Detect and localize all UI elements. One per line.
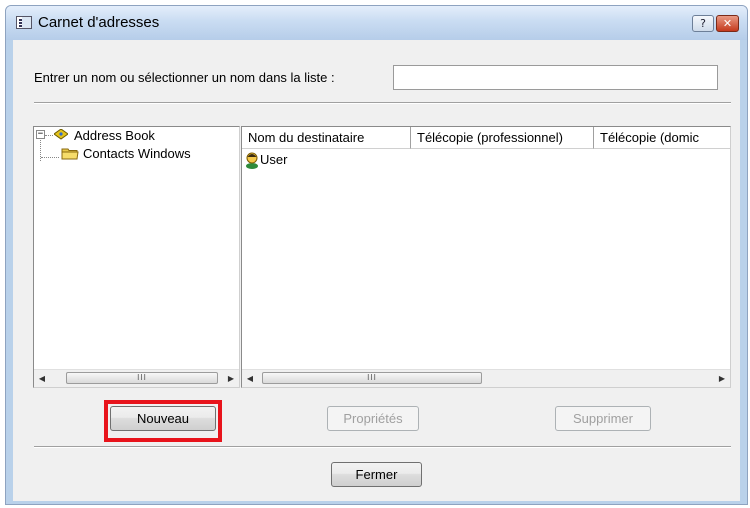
contact-name: User	[260, 152, 288, 167]
close-window-button[interactable]: ✕	[716, 15, 739, 32]
address-book-window: Carnet d'adresses ? ✕ Entrer un nom ou s…	[5, 5, 748, 505]
scroll-left-arrow-icon[interactable]: ◀	[242, 370, 258, 387]
contact-icon	[246, 152, 258, 169]
column-header-recipient-name[interactable]: Nom du destinataire	[242, 127, 411, 149]
address-book-icon	[54, 129, 68, 140]
properties-button[interactable]: Propriétés	[327, 406, 419, 431]
name-search-input[interactable]	[393, 65, 718, 90]
scrollbar-thumb[interactable]: III	[66, 372, 218, 384]
scroll-left-arrow-icon[interactable]: ◀	[34, 370, 50, 387]
tree-horizontal-scrollbar[interactable]: ◀ III ▶	[34, 369, 239, 387]
bottom-separator	[34, 446, 731, 448]
close-dialog-button[interactable]: Fermer	[331, 462, 422, 487]
tree-connector	[45, 135, 53, 136]
column-header-home-fax[interactable]: Télécopie (domic	[594, 127, 730, 149]
tree-item-address-book[interactable]: Address Book	[74, 128, 155, 143]
folder-icon	[61, 148, 79, 160]
tree-item-contacts-windows[interactable]: Contacts Windows	[83, 146, 191, 161]
delete-button[interactable]: Supprimer	[555, 406, 651, 431]
dialog-body: Entrer un nom ou sélectionner un nom dan…	[13, 40, 740, 501]
address-book-app-icon	[16, 16, 32, 29]
list-horizontal-scrollbar[interactable]: ◀ III ▶	[242, 369, 730, 387]
search-label: Entrer un nom ou sélectionner un nom dan…	[34, 70, 335, 85]
window-title: Carnet d'adresses	[38, 14, 160, 31]
scrollbar-thumb[interactable]: III	[262, 372, 482, 384]
folder-tree-pane[interactable]: − Address Book Contacts Windows ◀ III ▶	[33, 126, 240, 388]
title-bar[interactable]: Carnet d'adresses ? ✕	[6, 6, 747, 40]
tree-connector	[41, 157, 59, 158]
help-button[interactable]: ?	[692, 15, 714, 32]
scroll-right-arrow-icon[interactable]: ▶	[223, 370, 239, 387]
contacts-list-pane[interactable]: Nom du destinataire Télécopie (professio…	[241, 126, 731, 388]
scroll-right-arrow-icon[interactable]: ▶	[714, 370, 730, 387]
column-header-work-fax[interactable]: Télécopie (professionnel)	[411, 127, 594, 149]
collapse-toggle-icon[interactable]: −	[36, 130, 45, 139]
new-contact-button[interactable]: Nouveau	[110, 406, 216, 431]
top-separator	[34, 102, 731, 104]
